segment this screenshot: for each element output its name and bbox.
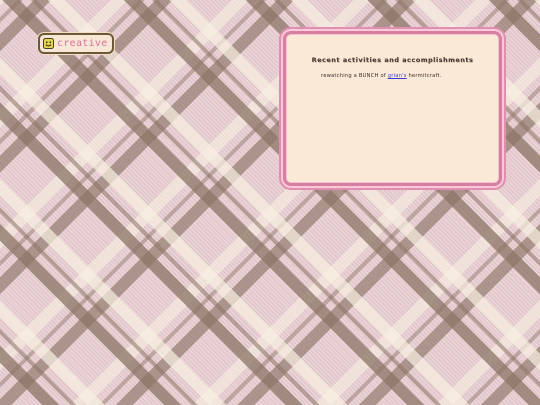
panel-body-text: rewatching a BUNCH of grian's hermitcraf… [321, 73, 499, 79]
panel-text-before: rewatching a BUNCH of [321, 73, 386, 79]
panel-text-after: hermitcraft. [408, 73, 442, 79]
grian-link[interactable]: grian's [388, 73, 407, 79]
creative-tag-label: creative [57, 37, 108, 49]
smiley-icon [43, 38, 54, 49]
panel-title: Recent activities and accomplishments [311, 56, 474, 64]
creative-tag-button[interactable]: creative [38, 33, 114, 54]
activities-panel: Recent activities and accomplishments re… [283, 31, 502, 186]
